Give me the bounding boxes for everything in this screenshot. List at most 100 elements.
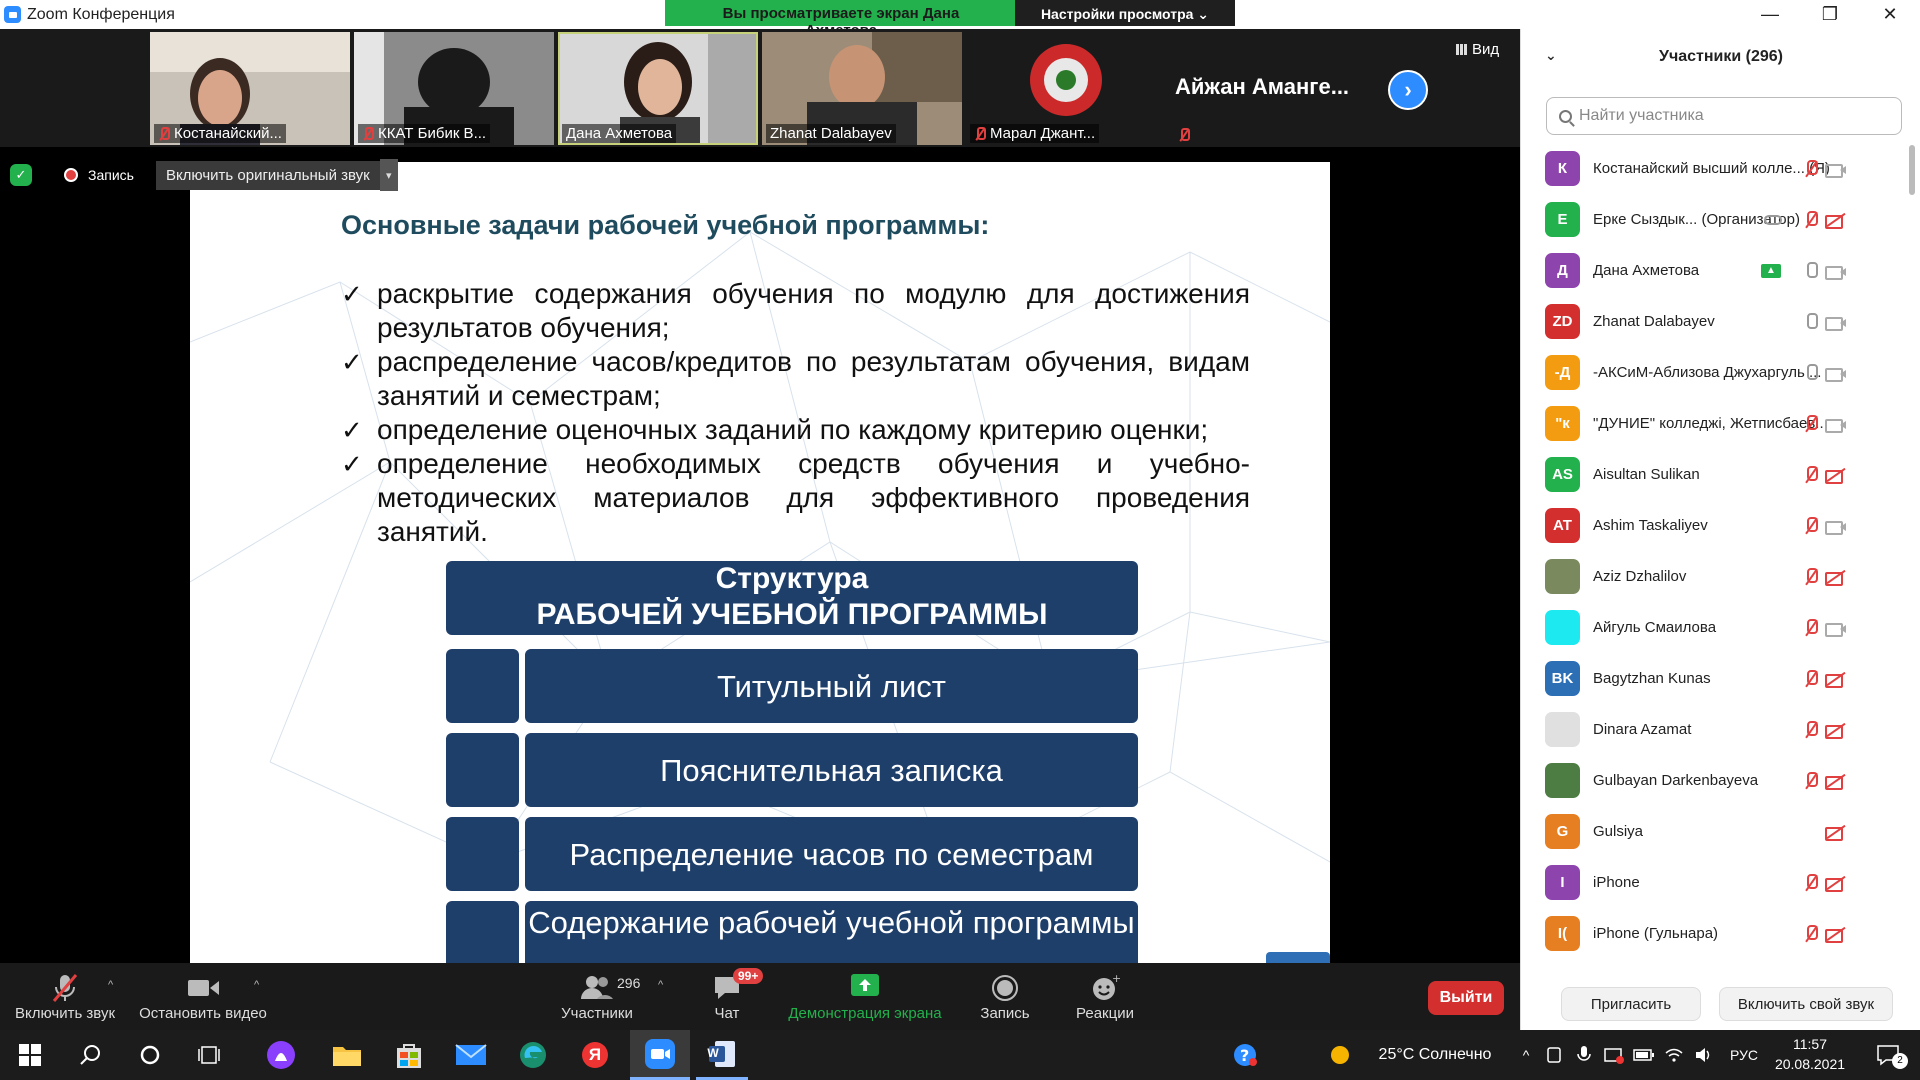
video-off-icon <box>1825 771 1845 791</box>
video-strip: Костанайский... ККАТ Бибик В... Дана Ахм… <box>0 29 1520 147</box>
video-options-caret[interactable]: ^ <box>254 979 259 991</box>
audio-options-caret[interactable]: ^ <box>108 979 113 991</box>
next-page-button[interactable]: › <box>1388 70 1428 110</box>
structure-item: Распределение часов по семестрам <box>525 817 1138 891</box>
participant-row[interactable]: -Д -АКСиМ-Аблизова Джухаргуль ... <box>1521 347 1905 398</box>
participant-row[interactable]: Е Ерке Сыздык... (Организатор) <box>1521 194 1905 245</box>
help-question-icon: ? <box>1234 1044 1257 1066</box>
leave-button[interactable]: Выйти <box>1428 981 1504 1015</box>
cortana-button[interactable] <box>128 1030 172 1080</box>
tray-chevron-icon[interactable]: ^ <box>1515 1030 1537 1080</box>
yandex-browser-button[interactable]: Я <box>570 1030 620 1080</box>
reactions-button[interactable]: + Реакции <box>1070 963 1140 1030</box>
task-view-button[interactable] <box>188 1030 232 1080</box>
unmute-myself-button[interactable]: Включить свой звук <box>1719 987 1893 1021</box>
alice-app-button[interactable] <box>256 1030 306 1080</box>
close-button[interactable]: ✕ <box>1860 0 1920 29</box>
clock-date: 20.08.2021 <box>1774 1056 1846 1072</box>
tray-device-icon[interactable] <box>1540 1030 1568 1080</box>
share-screen-button[interactable]: Демонстрация экрана <box>785 963 945 1030</box>
participant-row[interactable]: К Костанайский высший колле... (Я) <box>1521 143 1905 194</box>
participant-row[interactable]: ZD Zhanat Dalabayev <box>1521 296 1905 347</box>
video-tile[interactable]: ККАТ Бибик В... <box>354 32 554 145</box>
mic-icon <box>1801 363 1821 383</box>
video-tile[interactable]: Марал Джант... <box>966 32 1166 145</box>
language-indicator[interactable]: РУС <box>1722 1030 1766 1080</box>
invite-button[interactable]: Пригласить <box>1561 987 1701 1021</box>
avatar: I <box>1545 865 1580 900</box>
mic-muted-icon <box>1801 414 1821 434</box>
participant-row[interactable]: BK Bagytzhan Kunas <box>1521 653 1905 704</box>
avatar: Д <box>1545 253 1580 288</box>
participant-row[interactable]: I(iPhone (Гульнара) <box>1521 908 1905 959</box>
record-icon <box>992 975 1018 1001</box>
participant-list: К Костанайский высший колле... (Я) Е Ерке С… <box>1521 143 1905 959</box>
original-sound-button[interactable]: Включить оригинальный звук <box>155 160 380 190</box>
battery-icon[interactable] <box>1630 1030 1658 1080</box>
participant-row[interactable]: G Gulsiya <box>1521 806 1905 857</box>
participant-row[interactable]: Д Дана Ахметова ▲ <box>1521 245 1905 296</box>
tray-mic-icon[interactable] <box>1570 1030 1598 1080</box>
stop-video-button[interactable]: Остановить видео <box>138 963 268 1030</box>
record-button[interactable]: Запись <box>975 963 1035 1030</box>
tray-network-warning-icon[interactable] <box>1600 1030 1628 1080</box>
participant-row[interactable]: IiPhone <box>1521 857 1905 908</box>
help-tray-button[interactable]: ? <box>1225 1030 1265 1080</box>
view-options-button[interactable]: Настройки просмотра ⌄ <box>1015 0 1235 26</box>
participant-row[interactable]: AS Aisultan Sulikan <box>1521 449 1905 500</box>
sharing-screen-icon: ▲ <box>1761 261 1781 281</box>
search-placeholder: Найти участника <box>1579 107 1704 124</box>
participant-row[interactable]: Dinara Azamat <box>1521 704 1905 755</box>
participants-options-caret[interactable]: ^ <box>658 979 663 991</box>
file-explorer-button[interactable] <box>322 1030 372 1080</box>
share-screen-icon <box>851 974 879 996</box>
original-sound-dropdown[interactable]: ▾ <box>379 159 398 191</box>
participant-name: iPhone <box>1593 874 1640 891</box>
structure-header-line1: Структура <box>715 562 869 595</box>
weather-text[interactable]: 25°C Солнечно <box>1365 1030 1505 1080</box>
mic-muted-icon <box>1801 618 1821 638</box>
participant-row[interactable]: "к "ДУНИЕ" колледжі, Жетписбаев... <box>1521 398 1905 449</box>
task-list: раскрытие содержания обучения по модулю … <box>341 277 1330 549</box>
participant-row[interactable]: Gulbayan Darkenbayeva <box>1521 755 1905 806</box>
mail-button[interactable] <box>446 1030 496 1080</box>
wifi-icon[interactable] <box>1660 1030 1688 1080</box>
video-tile[interactable]: Zhanat Dalabayev <box>762 32 962 145</box>
participant-row[interactable]: AT Ashim Taskaliyev <box>1521 500 1905 551</box>
task-item: определение необходимых средств обучения… <box>341 447 1250 549</box>
view-button[interactable]: Вид <box>1456 41 1499 58</box>
start-button[interactable] <box>8 1030 52 1080</box>
notifications-button[interactable]: 2 <box>1864 1030 1912 1080</box>
minimize-button[interactable]: — <box>1740 0 1800 29</box>
avatar: -Д <box>1545 355 1580 390</box>
volume-icon[interactable] <box>1690 1030 1718 1080</box>
participant-name: Ashim Taskaliyev <box>1593 517 1708 534</box>
zoom-app-icon <box>645 1038 675 1069</box>
system-clock[interactable]: 11:57 20.08.2021 <box>1770 1034 1850 1074</box>
reactions-icon: + <box>1093 973 1120 1000</box>
search-taskbar-button[interactable] <box>68 1030 112 1080</box>
shield-icon[interactable]: ✓ <box>10 164 32 186</box>
slide-decoration <box>1266 952 1330 963</box>
search-icon <box>1559 109 1572 123</box>
restore-button[interactable]: ❐ <box>1800 0 1860 29</box>
participant-name: Костанайский высший колле... (Я) <box>1593 160 1830 177</box>
participant-name: Айгуль Смаилова <box>1593 619 1717 636</box>
chevron-down-icon[interactable]: ⌄ <box>1545 47 1557 64</box>
video-tile-active-speaker[interactable]: Дана Ахметова <box>558 32 758 145</box>
unmute-button[interactable]: Включить звук <box>10 963 120 1030</box>
avatar: Е <box>1545 202 1580 237</box>
video-tile[interactable]: Костанайский... <box>150 32 350 145</box>
participants-button[interactable]: Участники <box>552 963 642 1030</box>
participant-row[interactable]: Айгуль Смаилова <box>1521 602 1905 653</box>
participants-icon <box>581 976 613 999</box>
avatar: AS <box>1545 457 1580 492</box>
participant-row[interactable]: Aziz Dzhalilov <box>1521 551 1905 602</box>
participant-search-input[interactable]: Найти участника <box>1546 97 1902 135</box>
panel-scrollbar[interactable] <box>1909 145 1915 195</box>
edge-browser-button[interactable] <box>508 1030 558 1080</box>
zoom-taskbar-button[interactable] <box>630 1030 690 1080</box>
store-button[interactable] <box>384 1030 434 1080</box>
word-taskbar-button[interactable]: W <box>696 1030 748 1080</box>
structure-item: Пояснительная записка <box>525 733 1138 807</box>
